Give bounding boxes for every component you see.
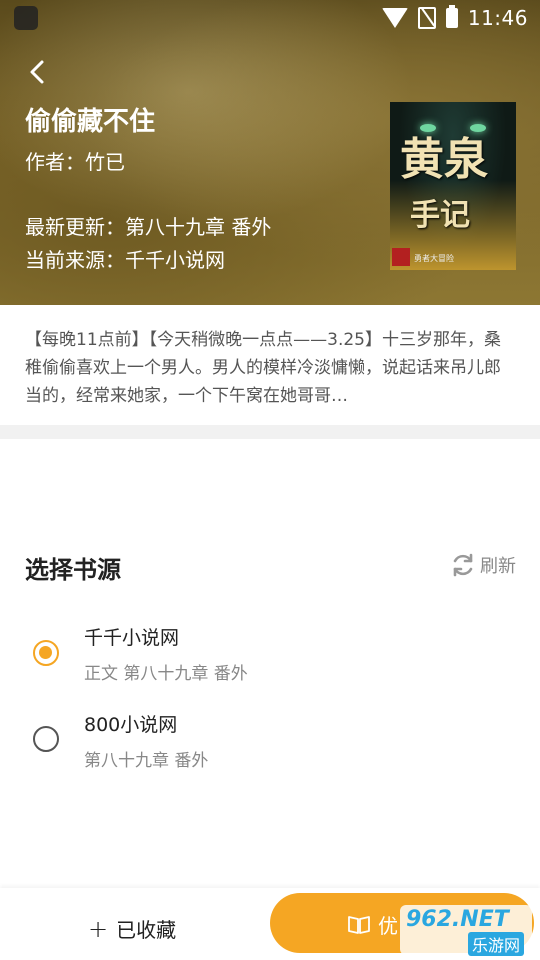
cover-subtitle-text: 手记 <box>410 198 470 233</box>
favorite-label: 已收藏 <box>116 918 177 942</box>
app-notification-icon <box>14 6 38 30</box>
cover-small-text: 勇者大冒险 <box>414 254 454 263</box>
radio-selected-icon[interactable] <box>33 640 59 666</box>
cover-publisher-badge <box>392 248 410 266</box>
refresh-button[interactable]: 刷新 <box>450 552 516 578</box>
back-button[interactable] <box>22 56 54 88</box>
plus-icon: + <box>88 914 109 943</box>
book-cover: 黄泉 手记 勇者大冒险 <box>390 102 516 270</box>
status-bar: 11:46 <box>0 0 540 36</box>
book-header: 11:46 偷偷藏不住 作者：竹已 最新更新：第八十九章 番外 当前来源：千千小… <box>0 0 540 305</box>
source-option-1[interactable]: 800小说网 第八十九章 番外 <box>0 702 540 782</box>
source-name: 800小说网 <box>84 714 178 736</box>
book-title: 偷偷藏不住 <box>25 107 156 137</box>
source-option-0[interactable]: 千千小说网 正文 第八十九章 番外 <box>0 615 540 695</box>
cover-eye-right <box>470 124 486 132</box>
current-source: 当前来源：千千小说网 <box>25 248 225 272</box>
source-chapter: 正文 第八十九章 番外 <box>84 664 248 684</box>
latest-update: 最新更新：第八十九章 番外 <box>25 215 272 239</box>
book-author: 作者：竹已 <box>25 150 125 174</box>
status-time: 11:46 <box>467 6 528 30</box>
cover-title-text: 黄泉 <box>400 134 488 185</box>
battery-icon <box>445 5 458 28</box>
favorite-button[interactable]: + 已收藏 <box>88 914 176 943</box>
source-section-title: 选择书源 <box>25 556 121 584</box>
chevron-left-icon <box>30 60 44 84</box>
section-divider <box>0 425 540 439</box>
book-open-icon <box>348 915 370 934</box>
cover-eye-left <box>420 124 436 132</box>
source-chapter: 第八十九章 番外 <box>84 751 209 771</box>
source-name: 千千小说网 <box>84 627 180 649</box>
wifi-icon <box>381 8 408 28</box>
no-sim-icon <box>417 7 436 29</box>
read-label: 优 <box>378 914 398 938</box>
watermark-top-text: 962.NET <box>406 907 509 932</box>
radio-unselected-icon[interactable] <box>33 726 59 752</box>
book-description: 【每晚11点前】【今天稍微晚一点点——3.25】十三岁那年，桑稚偷偷喜欢上一个男… <box>25 330 501 406</box>
status-icons: 11:46 <box>381 4 528 32</box>
refresh-icon <box>453 553 473 577</box>
watermark-bottom-text: 乐游网 <box>467 932 524 956</box>
site-watermark: 962.NET 乐游网 <box>400 905 532 956</box>
refresh-label: 刷新 <box>480 556 516 577</box>
